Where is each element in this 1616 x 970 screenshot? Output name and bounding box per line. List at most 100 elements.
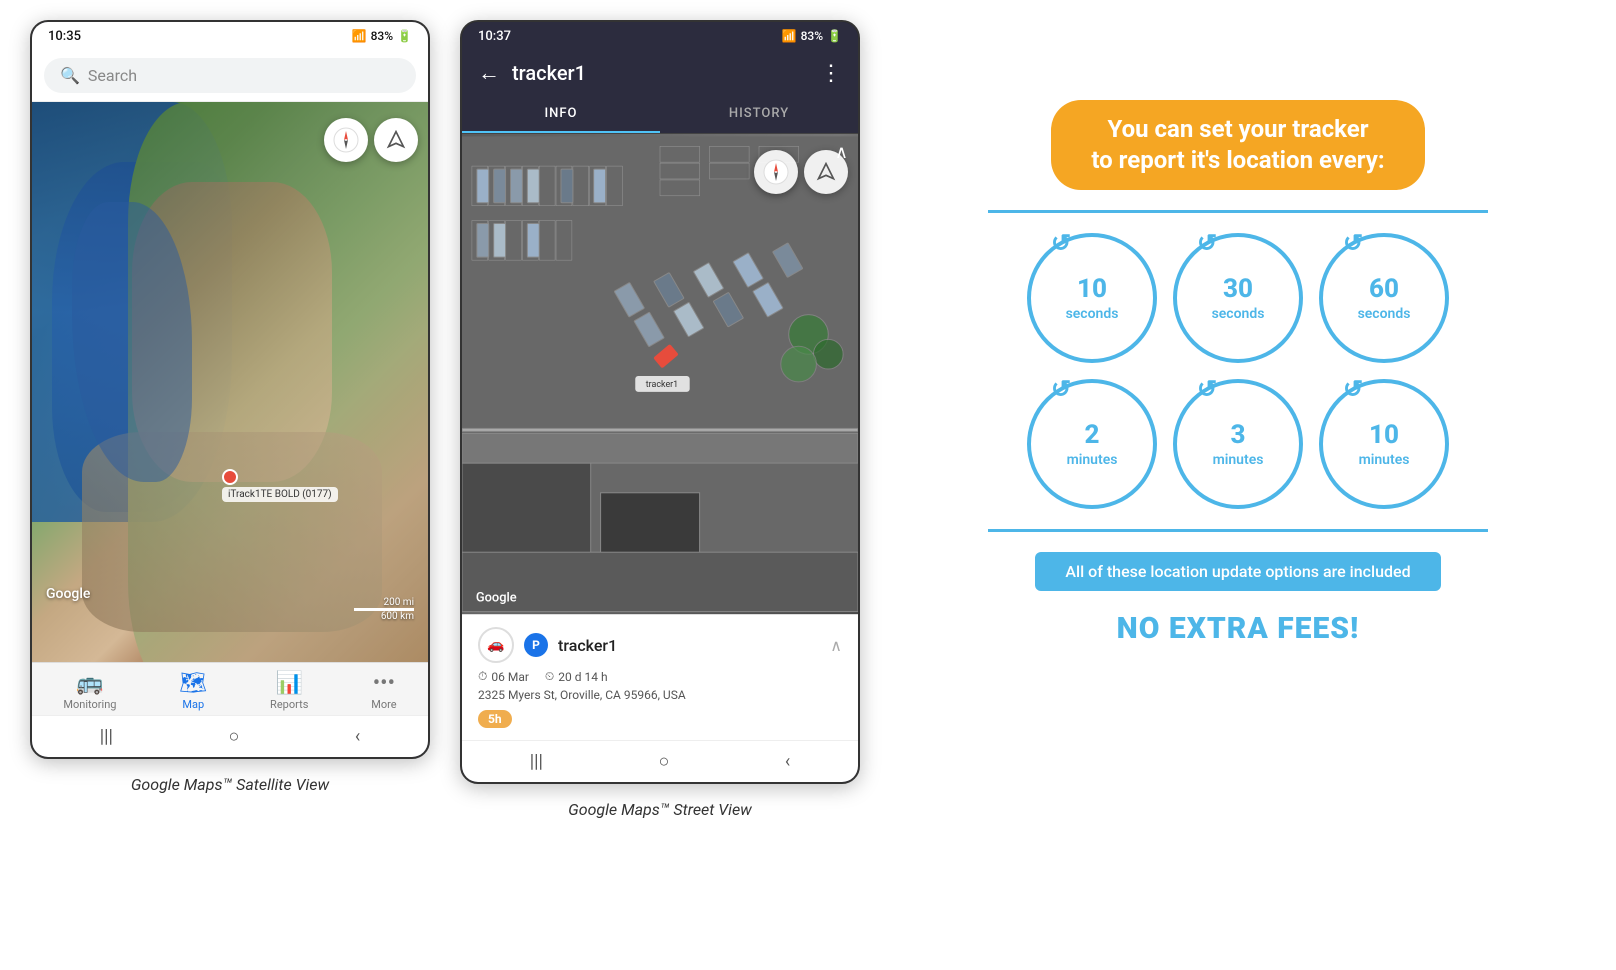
tracker-info-row: 🚗 P tracker1 ∧ [478,627,842,663]
phone1-status-bar: 10:35 📶 83% 🔋 [32,22,428,50]
tracker-info-panel: 🚗 P tracker1 ∧ ⏱ 06 Mar ⏲ 20 d 14 h 2325… [462,614,858,740]
phone2-header: ← tracker1 ⋮ [462,50,858,96]
terrain-patch2 [82,432,382,632]
arrow-3min: ↺ [1197,375,1217,404]
monitoring-icon: 🚌 [76,671,103,696]
tracker-meta: ⏱ 06 Mar ⏲ 20 d 14 h [478,669,842,684]
more-menu-btn[interactable]: ⋮ [820,61,842,86]
battery-level: 83% [371,29,393,43]
tab-history[interactable]: HISTORY [660,96,858,133]
phone1-system-nav: ||| ○ ‹ [32,715,428,757]
search-placeholder: Search [88,66,137,85]
clock-icon: ⏱ [478,669,487,684]
tracker-marker[interactable]: iTrack1TE BOLD (0177) [222,469,338,502]
phone1-wrapper: 10:35 📶 83% 🔋 🔍 Search [30,20,430,794]
scroll-up-button[interactable]: ∧ [830,636,842,655]
arrow-60sec: ↺ [1343,229,1363,258]
phone2-caption: Google Maps™ Street View [568,800,752,819]
val-30sec: 30 [1223,274,1253,305]
circle-2min: ↺ 2 minutes [1027,379,1157,509]
unit-3min: minutes [1213,452,1264,469]
time-ago-badge: 5h [478,710,512,728]
unit-10min: minutes [1359,452,1410,469]
search-input[interactable]: 🔍 Search [44,58,416,93]
tab-info[interactable]: INFO [462,96,660,133]
arrow-30sec: ↺ [1197,229,1217,258]
phone1-caption: Google Maps™ Satellite View [131,775,329,794]
duration-meta: ⏲ 20 d 14 h [545,669,608,684]
compass-icon2 [763,159,789,185]
back-btn2[interactable]: ‹ [785,751,790,772]
info-divider-top [988,210,1488,213]
arrow-2min: ↺ [1051,375,1071,404]
scale-600km: 600 km [354,611,414,622]
navigate-icon [386,130,406,150]
wifi-icon: 📶 [352,29,367,43]
val-2min: 2 [1085,420,1100,451]
phone2-system-nav: ||| ○ ‹ [462,740,858,782]
tracker-dot [222,469,238,485]
info-panel: You can set your trackerto report it's l… [890,20,1586,666]
search-bar[interactable]: 🔍 Search [32,50,428,102]
tracker-badge: P [524,633,548,657]
circle-3min: ↺ 3 minutes [1173,379,1303,509]
nav-map-label: Map [182,698,204,711]
battery-icon: 🔋 [397,29,412,43]
tab-history-label: HISTORY [729,106,789,121]
arrow-10sec: ↺ [1051,229,1071,258]
phone2-wrapper: 10:37 📶 83% 🔋 ← tracker1 ⋮ INFO HISTO [460,20,860,819]
recent-apps-btn2[interactable]: ||| [530,751,543,772]
timer-icon: ⏲ [545,669,554,684]
phone2-status-bar: 10:37 📶 83% 🔋 [462,22,858,50]
back-btn[interactable]: ‹ [355,726,360,747]
tracker-address: 2325 Myers St, Oroville, CA 95966, USA [478,688,842,702]
satellite-map[interactable]: iTrack1TE BOLD (0177) Google 200 mi 600 … [32,102,428,662]
nav-map[interactable]: 🗺 Map [179,671,207,711]
tracker-label: iTrack1TE BOLD (0177) [222,487,338,502]
compass-button2[interactable] [754,150,798,194]
info-title-banner: You can set your trackerto report it's l… [1051,100,1424,190]
time-meta: ⏱ 06 Mar [478,669,529,684]
back-arrow[interactable]: ← [478,60,500,86]
navigate-icon2 [816,162,836,182]
nav-reports[interactable]: 📊 Reports [270,671,308,711]
info-title: You can set your trackerto report it's l… [1091,114,1384,176]
val-10sec: 10 [1077,274,1107,305]
info-bottom-text: All of these location update options are… [1065,562,1410,581]
tracker-duration: 20 d 14 h [558,670,607,684]
more-icon: ••• [373,671,395,696]
navigation-button[interactable] [374,118,418,162]
phone1-frame: 10:35 📶 83% 🔋 🔍 Search [30,20,430,759]
arrow-10min: ↺ [1343,375,1363,404]
phone1-nav-bar: 🚌 Monitoring 🗺 Map 📊 Reports ••• More [32,662,428,715]
battery-level2: 83% [801,29,823,43]
svg-text:Google: Google [476,591,517,606]
aerial-map[interactable]: tracker1 Google [462,134,858,614]
unit-30sec: seconds [1212,306,1265,323]
no-extra-fees: NO EXTRA FEES! [1117,611,1360,646]
google-watermark1: Google [46,586,90,602]
phone2-time: 10:37 [478,29,511,44]
search-icon: 🔍 [60,66,80,85]
compass-button[interactable] [324,118,368,162]
scale-bar: 200 mi 600 km [354,597,414,622]
circle-30sec: ↺ 30 seconds [1173,233,1303,363]
info-bottom-banner: All of these location update options are… [1035,552,1440,591]
tracker-detail-name: tracker1 [558,636,820,655]
phone1-status-right: 📶 83% 🔋 [352,29,412,43]
unit-60sec: seconds [1358,306,1411,323]
circle-10sec: ↺ 10 seconds [1027,233,1157,363]
nav-more[interactable]: ••• More [371,671,396,711]
reports-icon: 📊 [276,671,303,696]
compass-icon [333,127,359,153]
home-btn2[interactable]: ○ [658,751,669,772]
home-btn[interactable]: ○ [228,726,239,747]
nav-more-label: More [371,698,396,711]
nav-monitoring[interactable]: 🚌 Monitoring [63,671,116,711]
nav-reports-label: Reports [270,698,308,711]
unit-10sec: seconds [1066,306,1119,323]
val-10min: 10 [1369,420,1399,451]
recent-apps-btn[interactable]: ||| [100,726,113,747]
nav-monitoring-label: Monitoring [63,698,116,711]
val-60sec: 60 [1369,274,1399,305]
